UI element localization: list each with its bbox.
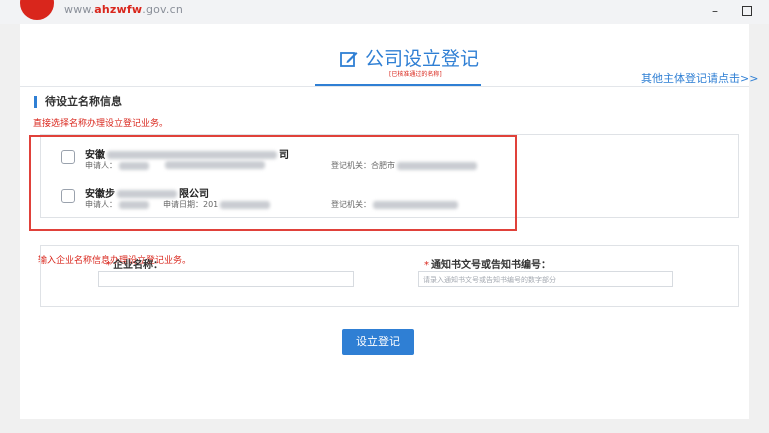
other-entity-link[interactable]: 其他主体登记请点击>> [641, 70, 758, 86]
maximize-button[interactable] [736, 2, 758, 20]
page-title: 公司设立登记 [365, 48, 480, 70]
site-url: www.ahzwfw.gov.cn [64, 3, 184, 16]
minimize-button[interactable]: – [704, 2, 726, 20]
highlight-box [29, 135, 517, 231]
page-subtitle: [已核准通过的名称] [389, 71, 442, 78]
maximize-icon [742, 6, 752, 16]
edit-icon [340, 52, 358, 67]
pending-section-tip: 直接选择名称办理设立登记业务。 [33, 119, 169, 129]
header-divider [20, 86, 749, 87]
pending-section-title: 待设立名称信息 [34, 96, 122, 108]
notice-number-input[interactable]: 请录入通知书文号或告知书编号的数字部分 [418, 271, 673, 287]
company-form: * 企业名称： * 通知书文号或告知书编号： 请录入通知书文号或告知书编号的数字部分 [40, 245, 739, 307]
company-name-label: * 企业名称： [106, 260, 163, 271]
company-name-input[interactable] [98, 271, 354, 287]
notice-number-label: * 通知书文号或告知书编号： [424, 260, 551, 271]
browser-top-bar: www.ahzwfw.gov.cn – [0, 0, 769, 24]
site-logo [20, 0, 54, 20]
submit-registration-button[interactable]: 设立登记 [342, 329, 414, 355]
